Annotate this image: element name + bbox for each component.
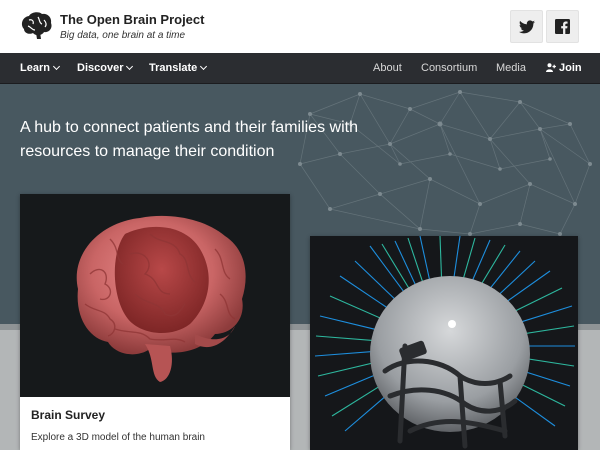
user-plus-icon	[546, 62, 556, 72]
nav-about[interactable]: About	[373, 53, 402, 84]
facebook-icon	[555, 19, 570, 34]
card-title[interactable]: Brain Survey	[31, 408, 105, 422]
hero-tagline: A hub to connect patients and their fami…	[20, 119, 358, 160]
nav-discover-label: Discover	[77, 62, 124, 74]
card-description: Explore a 3D model of the human brain	[31, 432, 205, 443]
helmet-impact-image[interactable]	[310, 236, 578, 450]
site-header: The Open Brain Project Big data, one bra…	[0, 0, 600, 53]
twitter-button[interactable]	[510, 10, 543, 43]
chevron-down-icon	[126, 62, 134, 71]
nav-join[interactable]: Join	[546, 53, 582, 84]
nav-learn-label: Learn	[20, 62, 50, 74]
main-nav: Learn Discover Translate About Consortiu…	[0, 53, 600, 84]
nav-translate-label: Translate	[149, 62, 198, 74]
nav-discover[interactable]: Discover	[77, 53, 134, 84]
nav-translate[interactable]: Translate	[149, 53, 208, 84]
site-title[interactable]: The Open Brain Project	[60, 12, 204, 27]
brain-model-image[interactable]	[20, 194, 290, 397]
helmet-visualization-card[interactable]	[310, 236, 578, 450]
nav-consortium[interactable]: Consortium	[421, 53, 477, 84]
twitter-icon	[518, 19, 535, 33]
chevron-down-icon	[52, 62, 61, 71]
nav-media[interactable]: Media	[496, 53, 526, 84]
neural-network-graphic	[298, 90, 592, 236]
site-subtitle: Big data, one brain at a time	[60, 30, 186, 41]
nav-learn[interactable]: Learn	[20, 53, 61, 84]
brain-survey-card[interactable]: Brain Survey Explore a 3D model of the h…	[20, 194, 290, 450]
nav-join-label: Join	[559, 62, 582, 74]
chevron-down-icon	[200, 62, 208, 71]
facebook-button[interactable]	[546, 10, 579, 43]
brain-logo-icon[interactable]	[20, 11, 53, 40]
